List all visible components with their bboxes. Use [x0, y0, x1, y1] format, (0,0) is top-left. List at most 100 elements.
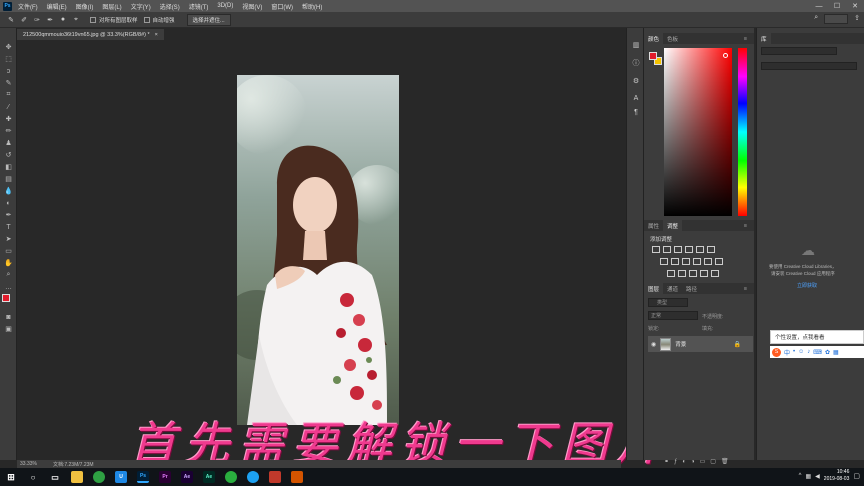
menu-image[interactable]: 图像(I) [76, 2, 94, 11]
brush-angle-icon[interactable]: ⌖ [71, 15, 81, 25]
lasso-tool-icon[interactable]: ↄ [3, 66, 14, 76]
menu-view[interactable]: 视图(V) [242, 2, 262, 11]
add-to-selection-icon[interactable]: ✑ [32, 15, 42, 25]
character-panel-icon[interactable]: A [631, 94, 641, 103]
gradient-tool-icon[interactable]: ▤ [3, 174, 14, 184]
ime-punctuation-icon[interactable]: • [793, 349, 795, 355]
volume-icon[interactable]: ◀ [815, 473, 820, 480]
search-icon[interactable]: ⌕ [814, 14, 818, 24]
more-tools-icon[interactable]: … [3, 282, 14, 292]
ime-keyboard-icon[interactable]: ⌨ [813, 349, 822, 356]
hue-saturation-icon[interactable] [707, 246, 715, 253]
color-lookup-icon[interactable] [704, 258, 712, 265]
quick-mask-icon[interactable]: ◙ [3, 312, 14, 322]
foreground-color-swatch[interactable] [649, 52, 657, 60]
ime-personalize-popup[interactable]: 个性设置，点我看看 [770, 330, 864, 344]
crop-tool-icon[interactable]: ⌗ [3, 90, 14, 100]
menu-filter[interactable]: 滤镜(T) [189, 2, 209, 11]
premiere-icon[interactable]: Pr [159, 471, 171, 483]
threshold-icon[interactable] [678, 270, 686, 277]
tab-libraries[interactable]: 库 [757, 33, 771, 44]
menu-window[interactable]: 窗口(W) [271, 2, 293, 11]
ime-skin-icon[interactable]: ✿ [825, 349, 830, 356]
exposure-icon[interactable] [685, 246, 693, 253]
posterize-icon[interactable] [667, 270, 675, 277]
maximize-icon[interactable]: ☐ [828, 0, 846, 12]
tab-layers[interactable]: 图层 [644, 283, 664, 294]
screen-mode-icon[interactable]: ▣ [3, 324, 14, 334]
new-selection-icon[interactable]: ✐ [19, 15, 29, 25]
app-orange-icon[interactable] [291, 471, 303, 483]
get-now-link[interactable]: 立即获取 [797, 282, 817, 289]
hue-slider[interactable] [738, 48, 747, 216]
rectangle-tool-icon[interactable]: ▭ [3, 246, 14, 256]
windows-start-icon[interactable]: ⊞ [5, 471, 17, 483]
clone-stamp-icon[interactable]: ♟ [3, 138, 14, 148]
panel-menu-icon[interactable]: ≡ [740, 220, 751, 231]
menu-3d[interactable]: 3D(D) [217, 3, 233, 9]
properties-panel-icon[interactable]: ⚙ [631, 76, 641, 85]
type-tool-icon[interactable]: T [3, 222, 14, 232]
minimize-icon[interactable]: — [810, 0, 828, 12]
curves-icon[interactable] [674, 246, 682, 253]
brush-size-icon[interactable]: ● [58, 15, 68, 25]
history-brush-icon[interactable]: ↺ [3, 150, 14, 160]
path-selection-icon[interactable]: ➤ [3, 234, 14, 244]
invert-icon[interactable] [715, 258, 723, 265]
paragraph-panel-icon[interactable]: ¶ [631, 108, 641, 117]
zoom-tool-icon[interactable]: ⌕ [3, 270, 14, 280]
library-search-input[interactable] [761, 62, 857, 70]
network-icon[interactable]: ▦ [806, 473, 812, 480]
gradient-map-icon[interactable] [689, 270, 697, 277]
blur-tool-icon[interactable]: 💧 [3, 186, 14, 196]
ime-voice-icon[interactable]: ♪ [807, 349, 810, 355]
browser-360-icon[interactable] [93, 471, 105, 483]
selective-color-icon[interactable] [700, 270, 708, 277]
file-explorer-icon[interactable] [71, 471, 83, 483]
visibility-eye-icon[interactable]: ◉ [651, 341, 656, 348]
vibrance-icon[interactable] [696, 246, 704, 253]
close-tab-icon[interactable]: × [155, 32, 158, 38]
levels-icon[interactable] [663, 246, 671, 253]
info-panel-icon[interactable]: ⓘ [631, 58, 641, 67]
sogou-logo-icon[interactable]: S [772, 347, 781, 357]
layers-footer-icons[interactable]: ⚭ƒ◐◑▭▢🗑 [664, 458, 734, 465]
ime-tools-icon[interactable]: ▦ [833, 349, 839, 356]
hand-tool-icon[interactable]: ✋ [3, 258, 14, 268]
document-tab[interactable]: 212500qmmouio36t19vn65.jpg @ 33.3%(RGB/8… [17, 29, 164, 40]
select-and-mask-button[interactable]: 选择并遮住... [186, 13, 231, 26]
tab-paths[interactable]: 路径 [682, 283, 701, 294]
search-icon[interactable]: ○ [27, 471, 39, 483]
animate-icon[interactable]: Ae [203, 471, 215, 483]
menu-help[interactable]: 帮助(H) [302, 2, 322, 11]
menu-select[interactable]: 选择(S) [160, 2, 180, 11]
layer-row-background[interactable]: ◉ 背景 🔒 [648, 336, 753, 352]
ime-emoji-icon[interactable]: ☺ [798, 349, 804, 355]
sample-all-layers-checkbox[interactable] [90, 16, 96, 23]
quick-select-tool-icon[interactable]: ✎ [3, 78, 14, 88]
eyedropper-tool-icon[interactable]: ⁄ [3, 102, 14, 112]
after-effects-icon[interactable]: Ae [181, 471, 193, 483]
photo-filter-icon[interactable] [682, 258, 690, 265]
layer-name[interactable]: 背景 [675, 340, 686, 348]
panel-menu-icon[interactable]: ≡ [740, 33, 751, 44]
taskbar-clock[interactable]: 10:46 2019-08-03 [824, 469, 850, 483]
channel-mixer-icon[interactable] [693, 258, 701, 265]
app-blue-icon[interactable] [247, 471, 259, 483]
eraser-tool-icon[interactable]: ◧ [3, 162, 14, 172]
marquee-tool-icon[interactable]: ⬚ [3, 54, 14, 64]
menu-type[interactable]: 文字(Y) [131, 2, 151, 11]
tab-properties[interactable]: 属性 [644, 220, 663, 231]
layer-kind-filter[interactable]: 类型 [648, 298, 688, 307]
menu-edit[interactable]: 编辑(E) [47, 2, 67, 11]
quick-selection-tool-icon[interactable]: ✎ [6, 15, 16, 25]
library-select[interactable] [761, 47, 837, 55]
tab-color[interactable]: 颜色 [644, 33, 664, 44]
app-shield-icon[interactable]: U [115, 471, 127, 483]
black-white-icon[interactable] [671, 258, 679, 265]
auto-enhance-checkbox[interactable] [143, 16, 150, 23]
app-red-icon[interactable] [269, 471, 281, 483]
brightness-contrast-icon[interactable] [652, 246, 660, 253]
subtract-selection-icon[interactable]: ✒ [45, 15, 55, 25]
panel-menu-icon[interactable]: ≡ [740, 283, 751, 294]
